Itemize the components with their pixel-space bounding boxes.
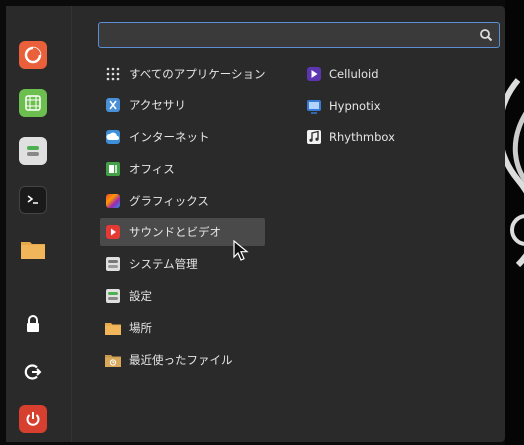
recent-files-icon (105, 352, 121, 368)
category-graphics[interactable]: グラフィックス (100, 187, 265, 215)
category-places[interactable]: 場所 (100, 314, 265, 342)
app-label: Hypnotix (329, 99, 381, 113)
category-settings[interactable]: 設定 (100, 282, 265, 310)
category-label: サウンドとビデオ (129, 225, 221, 239)
settings-icon (105, 288, 121, 304)
folder-icon[interactable] (19, 235, 47, 263)
power-icon[interactable] (19, 405, 47, 433)
app-rhythmbox[interactable]: Rhythmbox (303, 125, 493, 149)
graphics-icon (105, 193, 121, 209)
internet-icon (105, 129, 121, 145)
settings-icon[interactable] (19, 137, 47, 165)
places-folder-icon (105, 320, 121, 336)
screen: { "search": { "placeholder": "", "value"… (0, 0, 524, 445)
category-label: インターネット (129, 130, 210, 144)
hypnotix-icon (306, 98, 322, 114)
search-icon[interactable] (479, 28, 493, 42)
rhythmbox-icon (306, 129, 322, 145)
category-label: グラフィックス (129, 194, 209, 208)
terminal-icon[interactable] (19, 186, 47, 214)
system-admin-icon (105, 256, 121, 272)
accessories-icon (105, 97, 121, 113)
app-celluloid[interactable]: Celluloid (303, 62, 493, 86)
office-icon (105, 161, 121, 177)
category-label: すべてのアプリケーション (129, 67, 266, 81)
app-label: Celluloid (329, 67, 379, 81)
category-label: 場所 (129, 321, 152, 335)
firefox-icon[interactable] (19, 41, 47, 69)
app-label: Rhythmbox (329, 130, 395, 144)
celluloid-icon (306, 66, 322, 82)
mouse-cursor-icon (233, 240, 249, 261)
category-label: 最近使ったファイル (129, 353, 233, 367)
search-box[interactable] (98, 22, 500, 48)
sound-video-icon (105, 224, 121, 240)
category-all-applications[interactable]: すべてのアプリケーション (100, 60, 266, 88)
category-internet[interactable]: インターネット (100, 123, 265, 151)
category-accessories[interactable]: アクセサリ (100, 91, 265, 119)
logout-icon[interactable] (19, 358, 47, 386)
app-hypnotix[interactable]: Hypnotix (303, 94, 493, 118)
category-label: システム管理 (129, 257, 198, 271)
search-input[interactable] (105, 25, 465, 45)
category-label: 設定 (129, 289, 152, 303)
category-label: アクセサリ (129, 98, 186, 112)
grid-icon (105, 66, 121, 82)
category-recent-files[interactable]: 最近使ったファイル (100, 346, 265, 374)
category-office[interactable]: オフィス (100, 155, 265, 183)
category-label: オフィス (129, 162, 175, 176)
lock-icon[interactable] (19, 310, 47, 338)
calculator-icon[interactable] (19, 89, 47, 117)
